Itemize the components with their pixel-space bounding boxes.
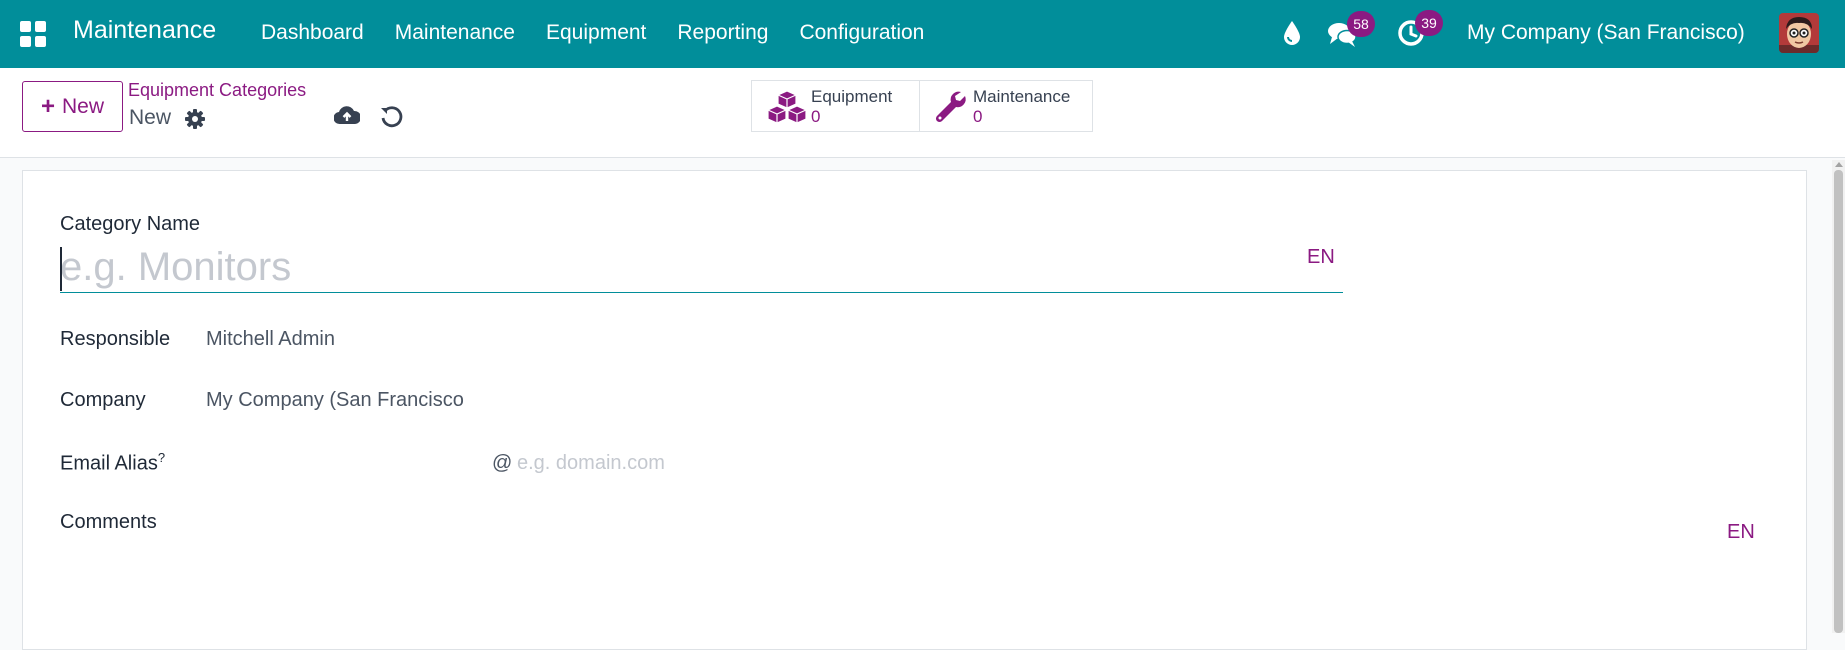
- menu-reporting[interactable]: Reporting: [677, 21, 768, 45]
- name-translate-button[interactable]: EN: [1307, 246, 1335, 269]
- discard-icon[interactable]: [379, 105, 403, 129]
- breadcrumb[interactable]: Equipment Categories: [128, 80, 306, 101]
- email-alias-help-icon[interactable]: ?: [158, 450, 165, 465]
- equipment-smart-label: Equipment: [811, 87, 893, 106]
- company-field[interactable]: My Company (San Francisco: [206, 389, 464, 412]
- menu-equipment[interactable]: Equipment: [546, 21, 646, 45]
- main-menu: Dashboard Maintenance Equipment Reportin…: [261, 21, 955, 45]
- gear-icon[interactable]: [184, 108, 206, 130]
- company-switcher[interactable]: My Company (San Francisco): [1467, 21, 1745, 45]
- scrollbar-thumb[interactable]: [1834, 170, 1843, 633]
- page-scrollbar[interactable]: [1832, 160, 1845, 633]
- alias-domain-field[interactable]: e.g. domain.com: [517, 452, 665, 475]
- new-button-label: New: [62, 94, 105, 118]
- menu-dashboard[interactable]: Dashboard: [261, 21, 364, 45]
- messages-count-badge: 58: [1347, 11, 1375, 37]
- activities-count-badge: 39: [1415, 10, 1443, 36]
- wrench-icon: [935, 91, 966, 123]
- equipment-smart-button[interactable]: Equipment 0: [751, 80, 920, 132]
- comments-label: Comments: [60, 511, 157, 533]
- company-label: Company: [60, 389, 146, 411]
- responsible-label: Responsible: [60, 328, 171, 350]
- drop-icon[interactable]: [1282, 20, 1302, 46]
- cubes-icon: [767, 90, 807, 124]
- category-name-input[interactable]: [60, 243, 1343, 293]
- maintenance-smart-button[interactable]: Maintenance 0: [919, 80, 1093, 132]
- top-navbar: Maintenance Dashboard Maintenance Equipm…: [0, 0, 1845, 68]
- menu-configuration[interactable]: Configuration: [799, 21, 924, 45]
- scroll-up-arrow-icon[interactable]: [1835, 162, 1843, 167]
- control-panel: + New Equipment Categories New Equipment…: [0, 68, 1845, 158]
- email-alias-label-text: Email Alias: [60, 452, 158, 475]
- maintenance-smart-label: Maintenance: [973, 87, 1071, 106]
- menu-maintenance[interactable]: Maintenance: [395, 21, 515, 45]
- email-alias-label: Email Alias?: [60, 450, 165, 476]
- apps-menu-icon[interactable]: [20, 21, 46, 47]
- responsible-field[interactable]: Mitchell Admin: [206, 328, 335, 351]
- category-name-label: Category Name: [60, 213, 201, 235]
- avatar[interactable]: [1779, 13, 1819, 53]
- new-button[interactable]: + New: [22, 81, 123, 132]
- record-name: New: [129, 106, 172, 129]
- text-caret: [60, 247, 62, 291]
- comments-translate-button[interactable]: EN: [1727, 521, 1755, 544]
- app-brand[interactable]: Maintenance: [73, 16, 216, 45]
- equipment-smart-count: 0: [811, 107, 821, 126]
- cloud-upload-icon[interactable]: [334, 104, 360, 128]
- maintenance-smart-count: 0: [973, 107, 983, 126]
- alias-at-sign: @: [492, 452, 513, 474]
- plus-icon: +: [40, 92, 55, 120]
- form-sheet: Category Name EN Responsible Mitchell Ad…: [22, 170, 1807, 650]
